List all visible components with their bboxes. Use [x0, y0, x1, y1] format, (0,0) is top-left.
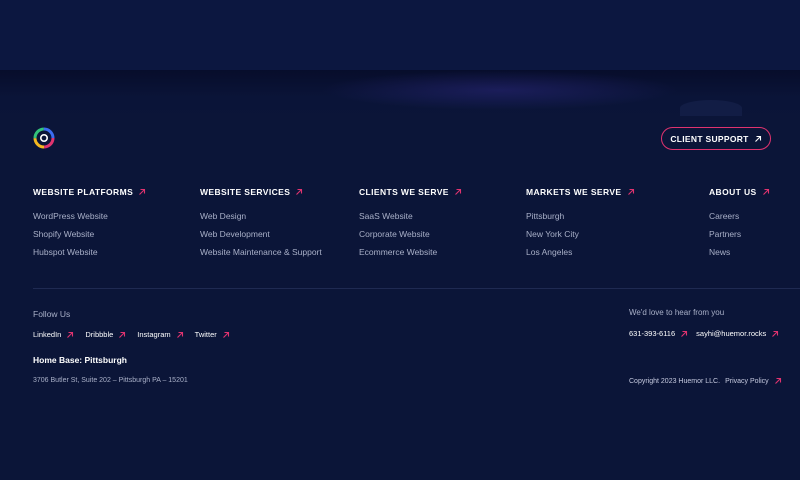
- column-about-us: ABOUT US Careers Partners News: [709, 186, 770, 264]
- arrow-up-right-icon: [119, 331, 126, 338]
- column-title[interactable]: WEBSITE PLATFORMS: [33, 186, 146, 198]
- arrow-up-right-icon: [772, 330, 779, 337]
- footer-page: CLIENT SUPPORT WEBSITE PLATFORMS WordPre…: [0, 0, 800, 480]
- privacy-policy-link[interactable]: Privacy Policy: [725, 377, 782, 385]
- column-markets-we-serve: MARKETS WE SERVE Pittsburgh New York Cit…: [526, 186, 635, 264]
- footer-link[interactable]: Web Development: [200, 228, 322, 246]
- client-support-button[interactable]: CLIENT SUPPORT: [661, 127, 771, 150]
- column-website-services: WEBSITE SERVICES Web Design Web Developm…: [200, 186, 322, 264]
- address-text: 3706 Butler St, Suite 202 – Pittsburgh P…: [33, 377, 188, 384]
- footer-link[interactable]: New York City: [526, 228, 635, 246]
- footer-link[interactable]: SaaS Website: [359, 210, 462, 228]
- phone-link[interactable]: 631-393-6116: [629, 329, 688, 338]
- arrow-up-right-icon: [774, 377, 781, 384]
- link-list: Careers Partners News: [709, 210, 770, 264]
- footer-link[interactable]: News: [709, 246, 770, 264]
- contact-links: 631-393-6116 sayhi@huemor.rocks: [629, 329, 779, 338]
- arrow-up-right-icon: [762, 188, 769, 195]
- column-title[interactable]: WEBSITE SERVICES: [200, 186, 322, 198]
- follow-us-label: Follow Us: [33, 309, 71, 319]
- home-base-title: Home Base: Pittsburgh: [33, 355, 127, 365]
- footer-link[interactable]: Los Angeles: [526, 246, 635, 264]
- arrow-up-right-icon: [454, 188, 461, 195]
- arrow-up-right-icon: [176, 331, 183, 338]
- social-links: LinkedIn Dribbble Instagram Twitter: [33, 330, 230, 339]
- arrow-up-right-icon: [627, 188, 634, 195]
- column-website-platforms: WEBSITE PLATFORMS WordPress Website Shop…: [33, 186, 146, 264]
- decorative-hump: [680, 100, 742, 116]
- copyright-text: Copyright 2023 Huemor LLC.: [629, 377, 721, 385]
- footer-link[interactable]: Shopify Website: [33, 228, 146, 246]
- column-title[interactable]: MARKETS WE SERVE: [526, 186, 635, 198]
- divider: [33, 288, 800, 289]
- footer-link[interactable]: Website Maintenance & Support: [200, 246, 322, 264]
- arrow-up-right-icon: [754, 135, 761, 142]
- column-title[interactable]: ABOUT US: [709, 186, 770, 198]
- client-support-label: CLIENT SUPPORT: [670, 133, 749, 144]
- footer-link[interactable]: Partners: [709, 228, 770, 246]
- column-clients-we-serve: CLIENTS WE SERVE SaaS Website Corporate …: [359, 186, 462, 264]
- link-list: Pittsburgh New York City Los Angeles: [526, 210, 635, 264]
- footer-link[interactable]: Ecommerce Website: [359, 246, 462, 264]
- social-link-linkedin[interactable]: LinkedIn: [33, 330, 74, 339]
- footer-link[interactable]: Web Design: [200, 210, 322, 228]
- arrow-up-right-icon: [222, 331, 229, 338]
- column-title[interactable]: CLIENTS WE SERVE: [359, 186, 462, 198]
- footer-link[interactable]: Corporate Website: [359, 228, 462, 246]
- link-list: WordPress Website Shopify Website Hubspo…: [33, 210, 146, 264]
- link-list: SaaS Website Corporate Website Ecommerce…: [359, 210, 462, 264]
- footer-link[interactable]: Pittsburgh: [526, 210, 635, 228]
- social-link-dribbble[interactable]: Dribbble: [85, 330, 126, 339]
- footer-link[interactable]: WordPress Website: [33, 210, 146, 228]
- huemor-logo-icon[interactable]: [33, 127, 55, 149]
- arrow-up-right-icon: [681, 330, 688, 337]
- email-link[interactable]: sayhi@huemor.rocks: [696, 329, 779, 338]
- social-link-instagram[interactable]: Instagram: [137, 330, 183, 339]
- contact-label: We'd love to hear from you: [629, 308, 725, 317]
- arrow-up-right-icon: [296, 188, 303, 195]
- legal-row: Copyright 2023 Huemor LLC. Privacy Polic…: [629, 377, 782, 385]
- arrow-up-right-icon: [139, 188, 146, 195]
- footer-link[interactable]: Careers: [709, 210, 770, 228]
- link-list: Web Design Web Development Website Maint…: [200, 210, 322, 264]
- footer-link[interactable]: Hubspot Website: [33, 246, 146, 264]
- top-band: [0, 0, 800, 72]
- social-link-twitter[interactable]: Twitter: [195, 330, 230, 339]
- arrow-up-right-icon: [67, 331, 74, 338]
